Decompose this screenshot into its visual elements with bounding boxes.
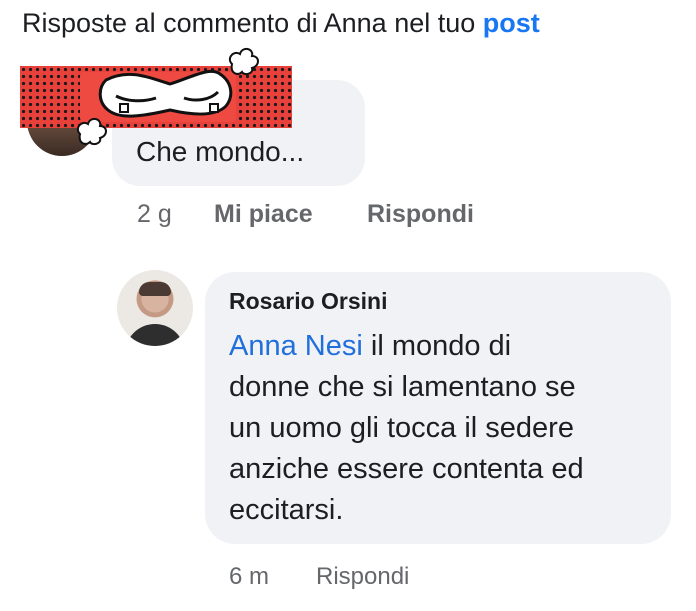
reply-author-avatar[interactable] bbox=[117, 270, 193, 346]
reply-author-name[interactable]: Rosario Orsini bbox=[229, 288, 387, 315]
header-text: Risposte al commento di Anna nel tuo bbox=[22, 8, 476, 38]
like-button[interactable]: Mi piace bbox=[214, 200, 313, 229]
comment-text: Che mondo... bbox=[136, 136, 305, 167]
post-link[interactable]: post bbox=[483, 8, 540, 38]
mention-link[interactable]: Anna Nesi bbox=[229, 330, 363, 362]
cartoon-face-sticker-icon bbox=[20, 48, 292, 146]
reply-bubble: Rosario Orsini Anna Nesi il mondo di don… bbox=[205, 272, 671, 544]
reply-button[interactable]: Rispondi bbox=[367, 200, 474, 229]
reply-time: 6 m bbox=[229, 563, 270, 590]
comment-time: 2 g bbox=[137, 200, 172, 228]
thread-header: Risposte al commento di Anna nel tuo pos… bbox=[22, 8, 540, 39]
reply-text: Anna Nesi il mondo di donne che si lamen… bbox=[229, 326, 659, 531]
reply-reply-button[interactable]: Rispondi bbox=[316, 563, 409, 591]
